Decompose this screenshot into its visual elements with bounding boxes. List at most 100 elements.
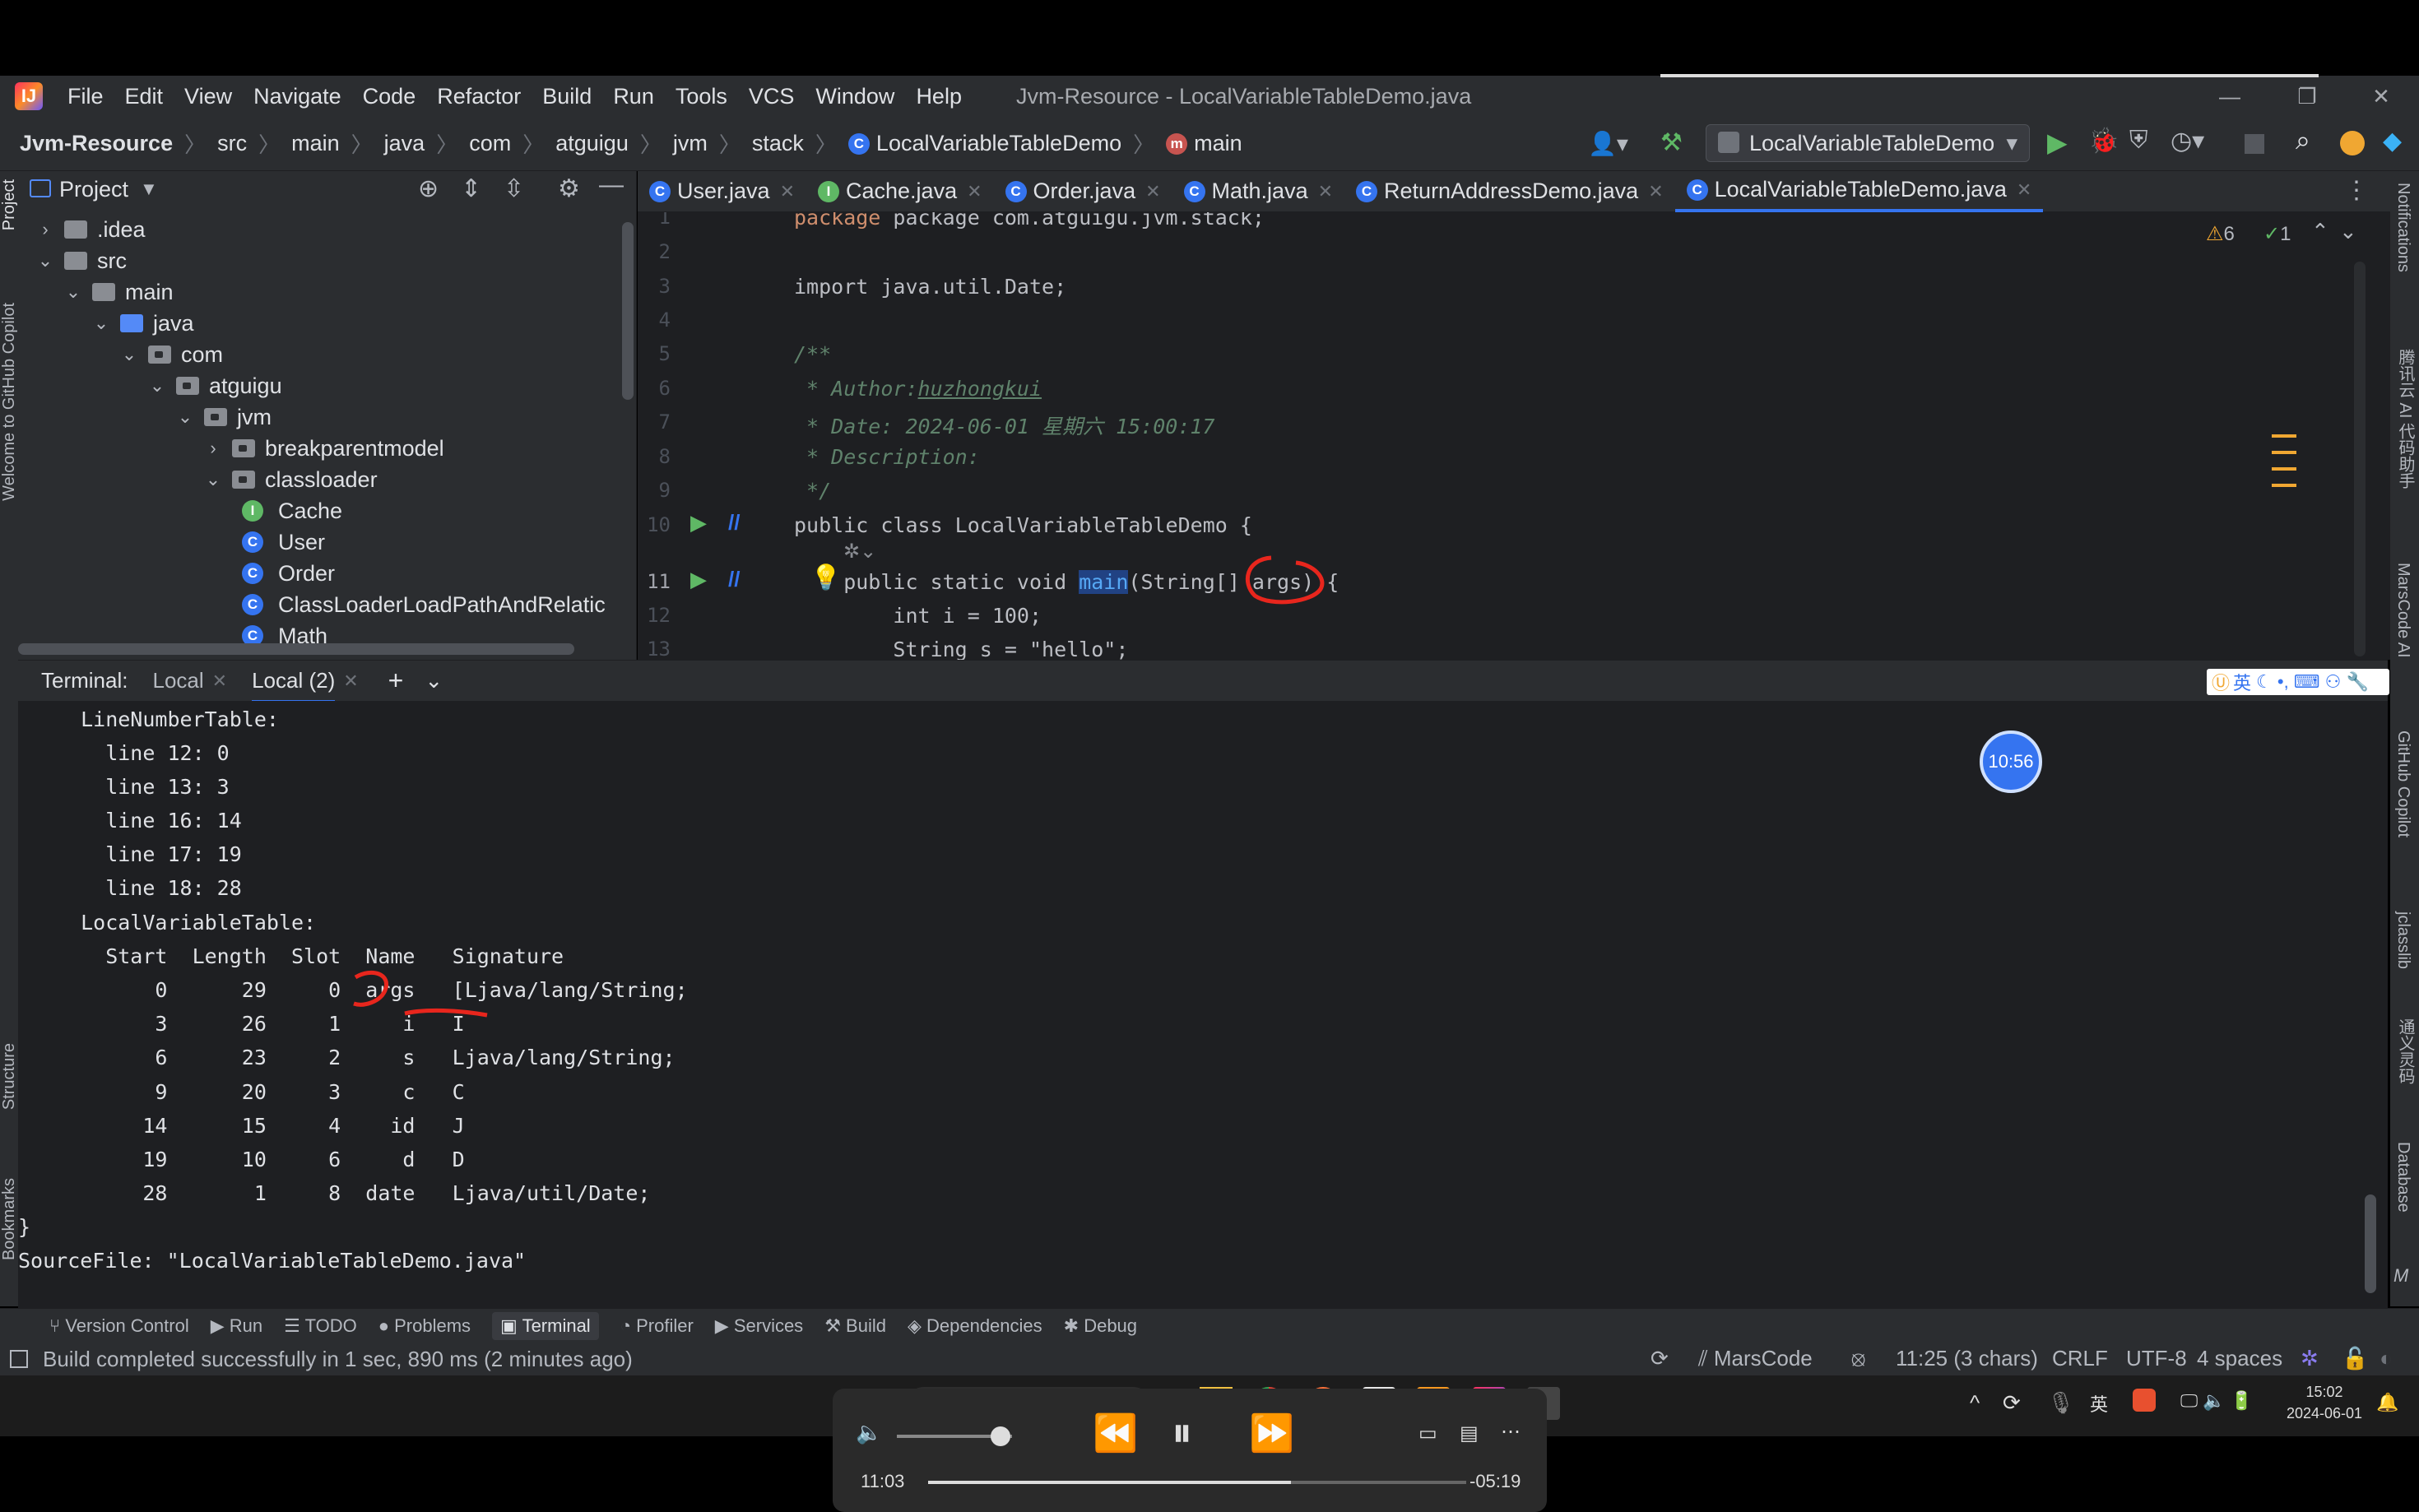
coverage-icon[interactable]: ⛨ xyxy=(2129,127,2148,155)
terminal-scrollbar[interactable] xyxy=(2365,1194,2376,1293)
breadcrumb-jvm[interactable]: jvm xyxy=(673,131,708,156)
memory-icon[interactable]: ◐ xyxy=(2380,1346,2393,1371)
more-tabs-icon[interactable]: ⋮ xyxy=(2344,176,2369,205)
menu-run[interactable]: Run xyxy=(613,84,654,109)
tool-terminal[interactable]: ▣ Terminal xyxy=(492,1311,599,1340)
tree-item[interactable]: ⌄ classloader xyxy=(204,464,378,495)
caret-position[interactable]: 11:25 (3 chars) xyxy=(1896,1346,2038,1371)
tree-item[interactable]: › .idea xyxy=(36,214,145,245)
close-tab-icon[interactable]: ✕ xyxy=(780,181,795,202)
tool-build[interactable]: ⚒ Build xyxy=(824,1315,886,1337)
tool-dependencies[interactable]: ◈ Dependencies xyxy=(908,1315,1042,1337)
chevron-down-icon[interactable]: ▼ xyxy=(140,179,158,200)
airplay-icon[interactable]: ▭ xyxy=(1418,1422,1437,1445)
close-tab-icon[interactable]: ✕ xyxy=(343,670,358,692)
terminal-output[interactable]: LineNumberTable: line 12: 0 line 13: 3 l… xyxy=(18,701,2388,1308)
project-tool-button[interactable]: Project xyxy=(0,179,19,230)
rewind-icon[interactable]: ⏪ xyxy=(1093,1412,1138,1454)
line-separator[interactable]: CRLF xyxy=(2052,1346,2108,1371)
breadcrumb-class[interactable]: LocalVariableTableDemo xyxy=(876,131,1121,156)
menu-vcs[interactable]: VCS xyxy=(749,84,795,109)
tool-todo[interactable]: ☰ TODO xyxy=(284,1315,357,1337)
bookmarks-tool-button[interactable]: Bookmarks xyxy=(0,1178,19,1260)
update-icon[interactable] xyxy=(2340,131,2365,155)
horizontal-scrollbar[interactable] xyxy=(18,643,574,655)
menu-code[interactable]: Code xyxy=(363,84,416,109)
breadcrumb-main[interactable]: main xyxy=(291,131,340,156)
expand-all-icon[interactable]: ⇕ xyxy=(461,174,481,203)
tree-item[interactable]: ⌄ atguigu xyxy=(148,370,282,401)
breadcrumb-src[interactable]: src xyxy=(217,131,247,156)
tree-item[interactable]: › breakparentmodel xyxy=(204,433,443,464)
more-options-icon[interactable]: ⋯ xyxy=(1501,1420,1521,1444)
breadcrumb-stack[interactable]: stack xyxy=(752,131,804,156)
breadcrumb-atguigu[interactable]: atguigu xyxy=(555,131,629,156)
settings-gear-icon[interactable]: ⚙ xyxy=(558,174,580,203)
chevron-down-icon[interactable]: ⌄ xyxy=(425,668,443,693)
file-encoding[interactable]: UTF-8 xyxy=(2126,1346,2187,1371)
search-icon[interactable]: ⌕ xyxy=(2296,125,2310,156)
tree-item[interactable]: I Cache xyxy=(242,495,342,526)
breadcrumb-project[interactable]: Jvm-Resource xyxy=(20,131,173,156)
run-config-select[interactable]: LocalVariableTableDemo ▾ xyxy=(1706,124,2030,162)
close-icon[interactable]: ✕ xyxy=(2356,76,2406,117)
marscode-gutter-icon[interactable]: // xyxy=(728,567,740,592)
forward-icon[interactable]: ⏩ xyxy=(1249,1412,1294,1454)
marscode-status[interactable]: ⫽ MarsCode xyxy=(1698,1346,1813,1372)
hide-panel-icon[interactable]: — xyxy=(599,171,624,199)
breadcrumb-java[interactable]: java xyxy=(384,131,425,156)
stop-icon[interactable] xyxy=(2245,134,2264,154)
menu-file[interactable]: File xyxy=(67,84,104,109)
jclasslib-tool-button[interactable]: jclasslib xyxy=(2393,911,2412,969)
tray-mic-icon[interactable]: 🎙 xyxy=(2047,1390,2074,1416)
close-tab-icon[interactable]: ✕ xyxy=(2017,179,2031,201)
tool-version-control[interactable]: ⑂ Version Control xyxy=(49,1315,189,1337)
close-tab-icon[interactable]: ✕ xyxy=(1145,181,1160,202)
chevron-up-icon[interactable]: ⌃ xyxy=(2311,219,2329,244)
menu-edit[interactable]: Edit xyxy=(125,84,164,109)
menu-refactor[interactable]: Refactor xyxy=(437,84,521,109)
copilot-welcome-tool-button[interactable]: Welcome to GitHub Copilot xyxy=(0,303,19,501)
chevron-down-icon[interactable]: ⌄ xyxy=(2339,219,2357,244)
tree-item[interactable]: ⌄ com xyxy=(120,339,223,370)
tray-date[interactable]: 2024-06-01 xyxy=(2279,1405,2370,1422)
tool-debug[interactable]: ✱ Debug xyxy=(1064,1315,1137,1337)
volume-slider-handle[interactable] xyxy=(991,1426,1010,1446)
tool-services[interactable]: ▶ Services xyxy=(715,1315,803,1337)
indent-setting[interactable]: 4 spaces xyxy=(2197,1346,2282,1371)
seek-bar[interactable] xyxy=(928,1481,1466,1484)
tab-user-java[interactable]: C User.java ✕ xyxy=(638,171,806,212)
structure-tool-button[interactable]: Structure xyxy=(0,1043,19,1110)
ai-sparkle-icon[interactable]: ✲⌄ xyxy=(843,540,876,564)
tree-item[interactable]: C ClassLoaderLoadPathAndRelatic xyxy=(242,589,606,620)
run-icon[interactable]: ▶ xyxy=(2047,127,2068,158)
plugin-icon[interactable]: ◆ xyxy=(2383,127,2402,155)
tray-sogou-icon[interactable] xyxy=(2133,1389,2156,1412)
tab-terminal-local-2[interactable]: Local (2) xyxy=(252,668,336,703)
tree-item[interactable]: C User xyxy=(242,526,325,558)
user-icon[interactable]: 👤▾ xyxy=(1588,130,1628,157)
tree-item[interactable]: ⌄ jvm xyxy=(176,401,272,433)
menu-window[interactable]: Window xyxy=(815,84,894,109)
tree-item[interactable]: C Order xyxy=(242,558,335,589)
close-tab-icon[interactable]: ✕ xyxy=(1318,181,1333,202)
build-hammer-icon[interactable]: ⚒ xyxy=(1660,128,1683,157)
volume-icon[interactable]: 🔈 xyxy=(856,1420,882,1445)
menu-navigate[interactable]: Navigate xyxy=(253,84,341,109)
menu-view[interactable]: View xyxy=(184,84,232,109)
run-gutter-icon[interactable]: ▶ xyxy=(690,567,707,592)
tray-time[interactable]: 15:02 xyxy=(2287,1384,2361,1401)
close-tab-icon[interactable]: ✕ xyxy=(212,670,227,692)
breadcrumb-method[interactable]: main xyxy=(1194,131,1242,156)
editor-scrollbar[interactable] xyxy=(2354,262,2366,656)
project-title[interactable]: Project xyxy=(59,177,128,202)
pause-icon[interactable]: ⏸ xyxy=(1172,1408,1192,1457)
ai-status-icon[interactable]: ✲ xyxy=(2301,1346,2319,1371)
tool-profiler[interactable]: ◔ Profiler xyxy=(620,1315,694,1337)
debug-icon[interactable]: 🐞 xyxy=(2088,127,2119,155)
menu-help[interactable]: Help xyxy=(916,84,962,109)
notifications-tool-button[interactable]: Notifications xyxy=(2393,183,2412,272)
status-panel-icon[interactable] xyxy=(10,1350,28,1368)
tab-cache-java[interactable]: I Cache.java ✕ xyxy=(806,171,994,212)
tree-item[interactable]: ⌄ src xyxy=(36,245,127,276)
